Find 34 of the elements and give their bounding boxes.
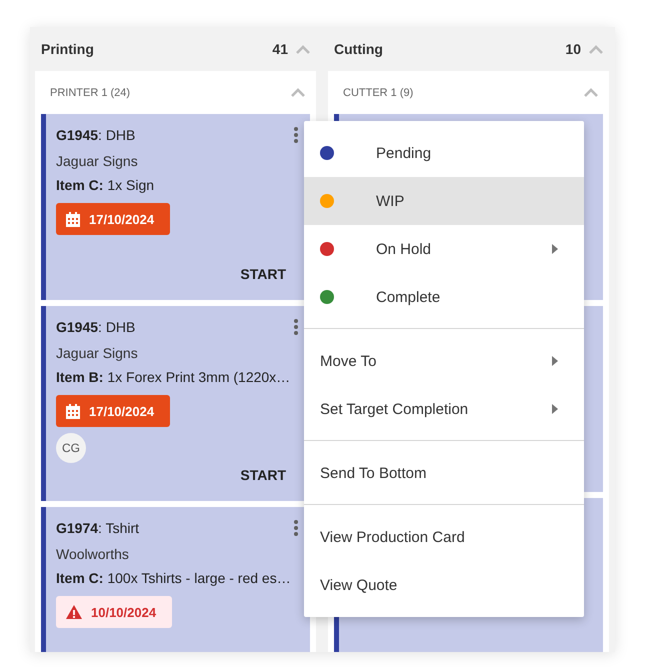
date-badge: 10/10/2024 bbox=[56, 596, 172, 628]
collapse-icon[interactable] bbox=[296, 44, 310, 54]
group-title: PRINTER 1 (24) bbox=[50, 86, 130, 98]
date-badge: 17/10/2024 bbox=[56, 395, 170, 427]
menu-item[interactable]: WIP bbox=[304, 177, 584, 225]
collapse-icon[interactable] bbox=[291, 88, 305, 97]
collapse-icon[interactable] bbox=[589, 44, 603, 54]
column-title: Printing bbox=[41, 41, 95, 57]
start-button[interactable]: START bbox=[228, 463, 298, 487]
more-icon[interactable] bbox=[294, 127, 298, 143]
calendar-icon bbox=[66, 404, 80, 418]
item-text: Item C: 1x Sign bbox=[56, 176, 156, 195]
job-card[interactable]: G1945: DHB Jaguar Signs Item C: 1x Sign 17/10/2024 START bbox=[41, 114, 310, 300]
collapse-icon[interactable] bbox=[584, 88, 598, 97]
warning-icon bbox=[66, 605, 82, 619]
more-icon[interactable] bbox=[294, 520, 298, 536]
more-icon[interactable] bbox=[294, 319, 298, 335]
column-count: 41 bbox=[272, 41, 288, 57]
column-title: Cutting bbox=[334, 41, 384, 57]
column-count: 10 bbox=[565, 41, 581, 57]
job-card[interactable]: G1974: Tshirt Woolworths Item C: 100x Tshirts - large - red es… 10/10/2024 bbox=[41, 507, 310, 652]
calendar-icon bbox=[66, 212, 80, 226]
item-text: Item C: 100x Tshirts - large - red es… bbox=[56, 569, 292, 588]
job-title: G1974: Tshirt bbox=[56, 520, 140, 536]
job-title: G1945: DHB bbox=[56, 319, 136, 335]
item-text: Item B: 1x Forex Print 3mm (1220x… bbox=[56, 368, 292, 387]
group-title: CUTTER 1 (9) bbox=[343, 86, 414, 98]
date-badge: 17/10/2024 bbox=[56, 203, 170, 235]
customer-name: Jaguar Signs bbox=[56, 344, 139, 363]
customer-name: Jaguar Signs bbox=[56, 152, 139, 171]
customer-name: Woolworths bbox=[56, 545, 130, 564]
start-button[interactable]: START bbox=[228, 262, 298, 286]
job-title: G1945: DHB bbox=[56, 127, 136, 143]
assignee-avatar: CG bbox=[56, 433, 86, 463]
